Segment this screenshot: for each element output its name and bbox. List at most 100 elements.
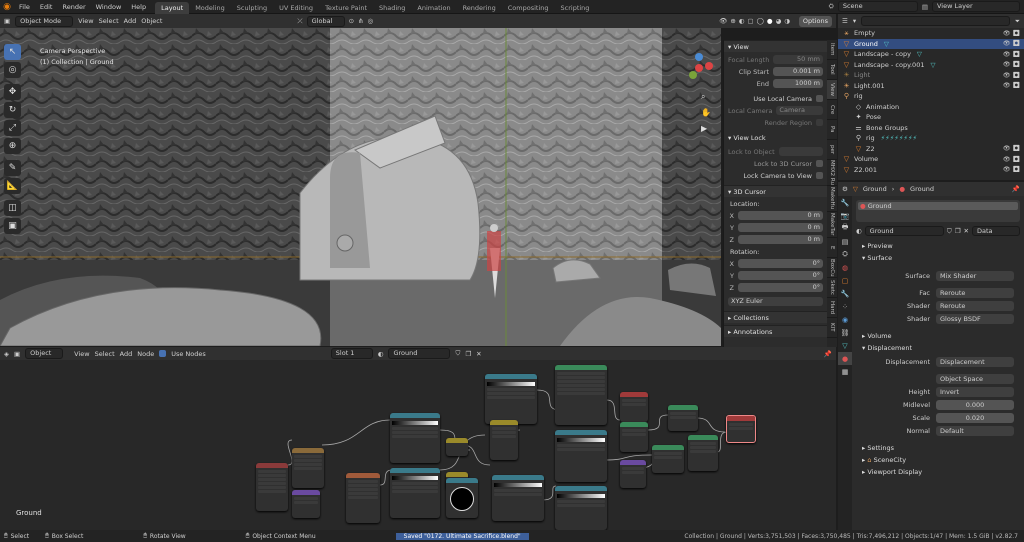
- node-bump[interactable]: [620, 460, 646, 488]
- local-camera-field[interactable]: Camera: [776, 106, 823, 115]
- node-editor-canvas[interactable]: Ground: [0, 360, 836, 530]
- menu-edit[interactable]: Edit: [35, 0, 58, 14]
- zoom-icon[interactable]: ⌕: [701, 92, 705, 102]
- focal-length-field[interactable]: 50 mm: [773, 55, 823, 64]
- tab-modeling[interactable]: Modeling: [189, 2, 231, 14]
- outliner-item-landscape-copy[interactable]: ▽ Landscape - copy ▽ 👁 ⏺: [838, 49, 1024, 60]
- visibility-icons[interactable]: 👁 ⏺: [1003, 61, 1020, 68]
- outliner-item-ground[interactable]: ▽ Ground ▽ 👁 ⏺: [838, 38, 1024, 49]
- rot-x-field[interactable]: 0°: [738, 259, 823, 268]
- rotation-mode-select[interactable]: XYZ Euler: [728, 297, 823, 306]
- viewport-menu-select[interactable]: Select: [99, 17, 119, 25]
- viewport-display-section[interactable]: ▸ Viewport Display: [856, 466, 1020, 478]
- loc-y-field[interactable]: 0 m: [738, 223, 823, 232]
- loc-z-field[interactable]: 0 m: [738, 235, 823, 244]
- visibility-icon[interactable]: 👁: [719, 17, 727, 25]
- surface-section[interactable]: ▾ Surface: [856, 252, 1020, 264]
- outliner-item-empty[interactable]: ⚹ Empty 👁 ⏺: [838, 28, 1024, 39]
- loc-x-field[interactable]: 0 m: [738, 211, 823, 220]
- data-tab-icon[interactable]: ▽: [838, 339, 852, 352]
- properties-editor-icon[interactable]: ⚙: [842, 185, 848, 193]
- tab-pa[interactable]: Pa: [827, 120, 837, 140]
- preview-section[interactable]: ▸ Preview: [856, 240, 1020, 252]
- browse-material-icon[interactable]: ◐: [856, 227, 862, 235]
- visibility-icons[interactable]: 👁 ⏺: [1003, 72, 1020, 79]
- shader-type-selector[interactable]: Object: [25, 348, 64, 359]
- lock-to-cursor-checkbox[interactable]: [816, 160, 823, 167]
- displacement-field[interactable]: Displacement: [936, 356, 1014, 367]
- view-layer-selector[interactable]: View Layer: [932, 1, 1020, 12]
- camera-view-icon[interactable]: ▶: [701, 124, 707, 133]
- outliner-item-rig-data[interactable]: ⚲ rig ⚡⚡⚡⚡⚡⚡⚡⚡: [838, 133, 1024, 144]
- tab-mhx2[interactable]: MHX2 Ru: [827, 160, 837, 186]
- tab-cre[interactable]: Cre: [827, 100, 837, 120]
- shader-2-field[interactable]: Glossy BSDF: [936, 313, 1014, 324]
- view-lock-section-header[interactable]: ▾ View Lock: [724, 132, 827, 144]
- slot-selector[interactable]: Slot 1: [330, 348, 373, 359]
- node-mapping-2[interactable]: [292, 490, 320, 518]
- transform-orientation-icon[interactable]: ⤫: [297, 17, 302, 26]
- menu-window[interactable]: Window: [91, 0, 127, 14]
- physics-tab-icon[interactable]: ◉: [838, 313, 852, 326]
- tab-maketarget[interactable]: MakeTar: [827, 212, 837, 238]
- editor-type-icon[interactable]: ▣: [4, 17, 10, 25]
- tab-texture-paint[interactable]: Texture Paint: [319, 2, 373, 14]
- node-noise-texture[interactable]: [555, 365, 607, 425]
- visibility-icons[interactable]: 👁 ⏺: [1003, 156, 1020, 163]
- mode-selector[interactable]: Object Mode: [15, 15, 74, 27]
- visibility-icons[interactable]: 👁 ⏺: [1003, 30, 1020, 37]
- link-mode-selector[interactable]: Data: [972, 226, 1020, 236]
- shading-solid-icon[interactable]: ●: [767, 17, 773, 25]
- filter-icon[interactable]: ⏷: [1015, 17, 1020, 26]
- outliner-item-landscape-copy-001[interactable]: ▽ Landscape - copy.001 ▽ 👁 ⏺: [838, 60, 1024, 71]
- scene-icon[interactable]: ⛭: [829, 2, 834, 11]
- select-box-icon[interactable]: ↖: [4, 44, 21, 60]
- unlink-icon[interactable]: ✕: [476, 350, 481, 358]
- texture-tab-icon[interactable]: ▦: [838, 365, 852, 378]
- rot-z-field[interactable]: 0°: [738, 283, 823, 292]
- view-layer-icon[interactable]: ▤: [922, 3, 928, 11]
- visibility-icons[interactable]: 👁 ⏺: [1003, 145, 1020, 152]
- surface-shader-field[interactable]: Mix Shader: [936, 270, 1014, 281]
- material-unlink-icon[interactable]: ✕: [964, 227, 969, 235]
- node-math-1[interactable]: [446, 438, 468, 456]
- scenecity-section[interactable]: ▸ ⌂ SceneCity: [856, 454, 1020, 466]
- outliner-item-light-001[interactable]: ☀ Light.001 👁 ⏺: [838, 81, 1024, 92]
- xray-icon[interactable]: ▢: [747, 17, 753, 25]
- tab-rendering[interactable]: Rendering: [457, 2, 502, 14]
- visibility-icons[interactable]: 👁 ⏺: [1003, 82, 1020, 89]
- navigation-gizmo[interactable]: [684, 53, 714, 83]
- scene-tab-icon[interactable]: ⛭: [838, 248, 852, 261]
- tab-uv-editing[interactable]: UV Editing: [273, 2, 319, 14]
- fac-field[interactable]: Reroute: [936, 287, 1014, 298]
- add-plane-icon[interactable]: ▣: [4, 218, 21, 234]
- pin-icon[interactable]: 📌: [824, 350, 832, 358]
- outliner-item-volume[interactable]: ▽ Volume 👁 ⏺: [838, 154, 1024, 165]
- material-slot-list[interactable]: ● Ground: [856, 200, 1020, 222]
- tab-tool[interactable]: Tool: [827, 60, 837, 80]
- clip-start-field[interactable]: 0.001 m: [773, 67, 823, 76]
- particles-tab-icon[interactable]: ⁘: [838, 300, 852, 313]
- node-mapping-1[interactable]: [292, 448, 324, 488]
- pivot-icon[interactable]: ⊙: [349, 17, 354, 25]
- scene-selector[interactable]: Scene: [837, 1, 918, 12]
- displacement-section[interactable]: ▾ Displacement: [856, 342, 1020, 354]
- node-texture-coordinate[interactable]: [256, 463, 288, 511]
- lock-to-object-field[interactable]: [778, 147, 823, 156]
- tab-compositing[interactable]: Compositing: [502, 2, 555, 14]
- use-nodes-checkbox[interactable]: [159, 350, 167, 357]
- menu-file[interactable]: File: [14, 0, 35, 14]
- lock-camera-checkbox[interactable]: [816, 172, 823, 179]
- 3d-viewport[interactable]: Camera Perspective (1) Collection | Grou…: [0, 28, 721, 346]
- node-color-ramp-3[interactable]: [485, 374, 537, 424]
- height-field[interactable]: Invert: [936, 386, 1014, 397]
- tab-boxcutter[interactable]: BoxCu: [827, 258, 837, 278]
- object-tab-icon[interactable]: ▢: [838, 274, 852, 287]
- render-region-toggle[interactable]: Render Region: [728, 117, 823, 128]
- rotate-icon[interactable]: ↻: [4, 102, 21, 118]
- modifier-tab-icon[interactable]: 🔧: [838, 287, 852, 300]
- node-image-texture-1[interactable]: [346, 473, 380, 523]
- material-field[interactable]: Ground: [864, 226, 944, 236]
- node-color-ramp-1[interactable]: [390, 413, 440, 463]
- tab-shading[interactable]: Shading: [373, 2, 411, 14]
